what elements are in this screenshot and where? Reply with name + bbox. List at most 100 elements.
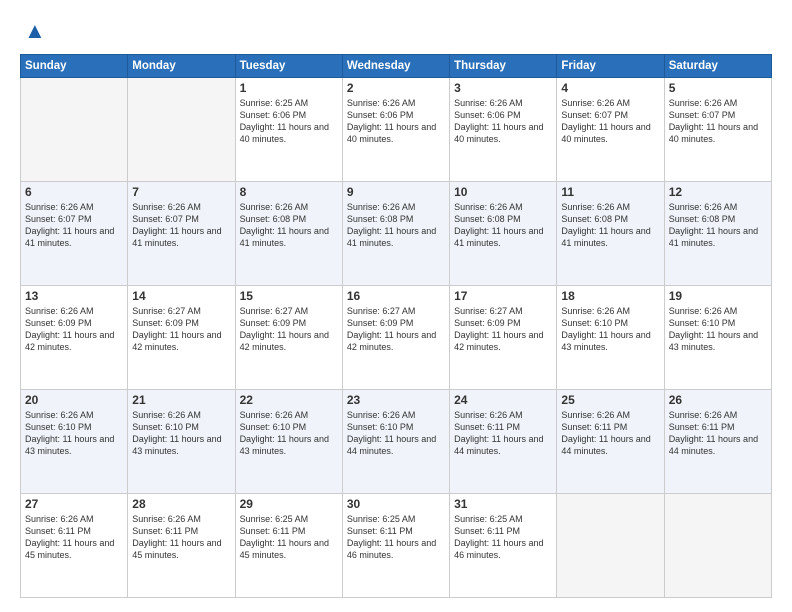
sunrise-text: Sunrise: 6:26 AM bbox=[454, 202, 523, 212]
sunset-text: Sunset: 6:11 PM bbox=[561, 422, 627, 432]
day-number: 17 bbox=[454, 289, 552, 303]
cell-info: Sunrise: 6:26 AMSunset: 6:09 PMDaylight:… bbox=[25, 305, 123, 354]
page: ▲ SundayMondayTuesdayWednesdayThursdayFr… bbox=[0, 0, 792, 612]
sunrise-text: Sunrise: 6:25 AM bbox=[454, 514, 523, 524]
calendar-cell: 16Sunrise: 6:27 AMSunset: 6:09 PMDayligh… bbox=[342, 286, 449, 390]
cell-info: Sunrise: 6:26 AMSunset: 6:10 PMDaylight:… bbox=[25, 409, 123, 458]
sunrise-text: Sunrise: 6:26 AM bbox=[25, 514, 94, 524]
weekday-header-row: SundayMondayTuesdayWednesdayThursdayFrid… bbox=[21, 55, 772, 78]
day-number: 2 bbox=[347, 81, 445, 95]
sunrise-text: Sunrise: 6:26 AM bbox=[561, 98, 630, 108]
day-number: 9 bbox=[347, 185, 445, 199]
cell-info: Sunrise: 6:26 AMSunset: 6:11 PMDaylight:… bbox=[454, 409, 552, 458]
daylight-text: Daylight: 11 hours and 45 minutes. bbox=[25, 538, 114, 560]
daylight-text: Daylight: 11 hours and 45 minutes. bbox=[240, 538, 329, 560]
cell-info: Sunrise: 6:25 AMSunset: 6:06 PMDaylight:… bbox=[240, 97, 338, 146]
calendar-cell: 20Sunrise: 6:26 AMSunset: 6:10 PMDayligh… bbox=[21, 390, 128, 494]
calendar-cell: 29Sunrise: 6:25 AMSunset: 6:11 PMDayligh… bbox=[235, 494, 342, 598]
sunset-text: Sunset: 6:07 PM bbox=[561, 110, 628, 120]
calendar-week-row: 1Sunrise: 6:25 AMSunset: 6:06 PMDaylight… bbox=[21, 78, 772, 182]
cell-info: Sunrise: 6:26 AMSunset: 6:07 PMDaylight:… bbox=[561, 97, 659, 146]
cell-info: Sunrise: 6:26 AMSunset: 6:08 PMDaylight:… bbox=[669, 201, 767, 250]
calendar-cell: 15Sunrise: 6:27 AMSunset: 6:09 PMDayligh… bbox=[235, 286, 342, 390]
daylight-text: Daylight: 11 hours and 42 minutes. bbox=[347, 330, 436, 352]
daylight-text: Daylight: 11 hours and 43 minutes. bbox=[25, 434, 114, 456]
weekday-header-friday: Friday bbox=[557, 55, 664, 78]
day-number: 18 bbox=[561, 289, 659, 303]
sunset-text: Sunset: 6:06 PM bbox=[454, 110, 521, 120]
sunrise-text: Sunrise: 6:27 AM bbox=[347, 306, 416, 316]
sunset-text: Sunset: 6:08 PM bbox=[454, 214, 521, 224]
sunset-text: Sunset: 6:11 PM bbox=[25, 526, 91, 536]
daylight-text: Daylight: 11 hours and 41 minutes. bbox=[454, 226, 543, 248]
sunset-text: Sunset: 6:11 PM bbox=[669, 422, 735, 432]
daylight-text: Daylight: 11 hours and 46 minutes. bbox=[454, 538, 543, 560]
daylight-text: Daylight: 11 hours and 46 minutes. bbox=[347, 538, 436, 560]
day-number: 19 bbox=[669, 289, 767, 303]
sunset-text: Sunset: 6:10 PM bbox=[25, 422, 92, 432]
weekday-header-tuesday: Tuesday bbox=[235, 55, 342, 78]
daylight-text: Daylight: 11 hours and 40 minutes. bbox=[347, 122, 436, 144]
daylight-text: Daylight: 11 hours and 42 minutes. bbox=[25, 330, 114, 352]
sunrise-text: Sunrise: 6:26 AM bbox=[132, 202, 201, 212]
calendar-week-row: 13 Sunrise: 6:26 AMSunset: 6:09 PMDayligh… bbox=[21, 286, 772, 390]
day-number: 31 bbox=[454, 497, 552, 511]
calendar-table: SundayMondayTuesdayWednesdayThursdayFrid… bbox=[20, 54, 772, 598]
cell-info: Sunrise: 6:26 AMSunset: 6:11 PMDaylight:… bbox=[669, 409, 767, 458]
sunrise-text: Sunrise: 6:26 AM bbox=[561, 410, 630, 420]
cell-info: Sunrise: 6:26 AMSunset: 6:11 PMDaylight:… bbox=[132, 513, 230, 562]
sunset-text: Sunset: 6:09 PM bbox=[240, 318, 307, 328]
cell-info: Sunrise: 6:26 AMSunset: 6:06 PMDaylight:… bbox=[347, 97, 445, 146]
calendar-week-row: 20Sunrise: 6:26 AMSunset: 6:10 PMDayligh… bbox=[21, 390, 772, 494]
cell-info: Sunrise: 6:26 AMSunset: 6:07 PMDaylight:… bbox=[132, 201, 230, 250]
sunrise-text: Sunrise: 6:26 AM bbox=[669, 98, 738, 108]
sunset-text: Sunset: 6:09 PM bbox=[25, 318, 92, 328]
weekday-header-saturday: Saturday bbox=[664, 55, 771, 78]
daylight-text: Daylight: 11 hours and 41 minutes. bbox=[25, 226, 114, 248]
sunrise-text: Sunrise: 6:26 AM bbox=[240, 410, 309, 420]
daylight-text: Daylight: 11 hours and 43 minutes. bbox=[240, 434, 329, 456]
calendar-cell: 10 Sunrise: 6:26 AM Sunset: 6:08 PM Dayligh… bbox=[450, 182, 557, 286]
day-number: 10 bbox=[454, 185, 552, 199]
calendar-cell: 19Sunrise: 6:26 AMSunset: 6:10 PMDayligh… bbox=[664, 286, 771, 390]
sunset-text: Sunset: 6:07 PM bbox=[25, 214, 92, 224]
daylight-text: Daylight: 11 hours and 43 minutes. bbox=[669, 330, 758, 352]
sunrise-text: Sunrise: 6:25 AM bbox=[240, 514, 309, 524]
day-number: 7 bbox=[132, 185, 230, 199]
day-number: 13 bbox=[25, 289, 123, 303]
cell-info: Sunrise: 6:26 AMSunset: 6:08 PMDaylight:… bbox=[240, 201, 338, 250]
sunrise-text: Sunrise: 6:25 AM bbox=[347, 514, 416, 524]
day-number: 29 bbox=[240, 497, 338, 511]
day-number: 11 bbox=[561, 185, 659, 199]
logo-bird-icon: ▲ bbox=[24, 18, 46, 44]
calendar-week-row: 6Sunrise: 6:26 AMSunset: 6:07 PMDaylight… bbox=[21, 182, 772, 286]
sunset-text: Sunset: 6:09 PM bbox=[454, 318, 521, 328]
sunrise-text: Sunrise: 6:26 AM bbox=[561, 202, 630, 212]
day-number: 8 bbox=[240, 185, 338, 199]
sunrise-text: Sunrise: 6:27 AM bbox=[132, 306, 201, 316]
calendar-cell: 13 Sunrise: 6:26 AMSunset: 6:09 PMDayligh… bbox=[21, 286, 128, 390]
weekday-header-thursday: Thursday bbox=[450, 55, 557, 78]
calendar-cell: 3Sunrise: 6:26 AMSunset: 6:06 PMDaylight… bbox=[450, 78, 557, 182]
day-number: 23 bbox=[347, 393, 445, 407]
sunrise-text: Sunrise: 6:26 AM bbox=[347, 98, 416, 108]
sunrise-text: Sunrise: 6:25 AM bbox=[240, 98, 309, 108]
sunset-text: Sunset: 6:11 PM bbox=[132, 526, 198, 536]
sunrise-text: Sunrise: 6:26 AM bbox=[240, 202, 309, 212]
calendar-cell: 28Sunrise: 6:26 AMSunset: 6:11 PMDayligh… bbox=[128, 494, 235, 598]
day-number: 4 bbox=[561, 81, 659, 95]
sunset-text: Sunset: 6:08 PM bbox=[561, 214, 628, 224]
daylight-text: Daylight: 11 hours and 44 minutes. bbox=[347, 434, 436, 456]
sunset-text: Sunset: 6:10 PM bbox=[669, 318, 736, 328]
sunset-text: Sunset: 6:08 PM bbox=[240, 214, 307, 224]
calendar-cell: 4Sunrise: 6:26 AMSunset: 6:07 PMDaylight… bbox=[557, 78, 664, 182]
day-number: 16 bbox=[347, 289, 445, 303]
sunrise-text: Sunrise: 6:26 AM bbox=[347, 202, 416, 212]
daylight-text: Daylight: 11 hours and 40 minutes. bbox=[454, 122, 543, 144]
sunrise-text: Sunrise: 6:26 AM bbox=[132, 410, 201, 420]
sunrise-text: Sunrise: 6:27 AM bbox=[240, 306, 309, 316]
calendar-cell: 6Sunrise: 6:26 AMSunset: 6:07 PMDaylight… bbox=[21, 182, 128, 286]
day-number: 26 bbox=[669, 393, 767, 407]
calendar-cell: 26 Sunrise: 6:26 AMSunset: 6:11 PMDayligh… bbox=[664, 390, 771, 494]
day-number: 3 bbox=[454, 81, 552, 95]
